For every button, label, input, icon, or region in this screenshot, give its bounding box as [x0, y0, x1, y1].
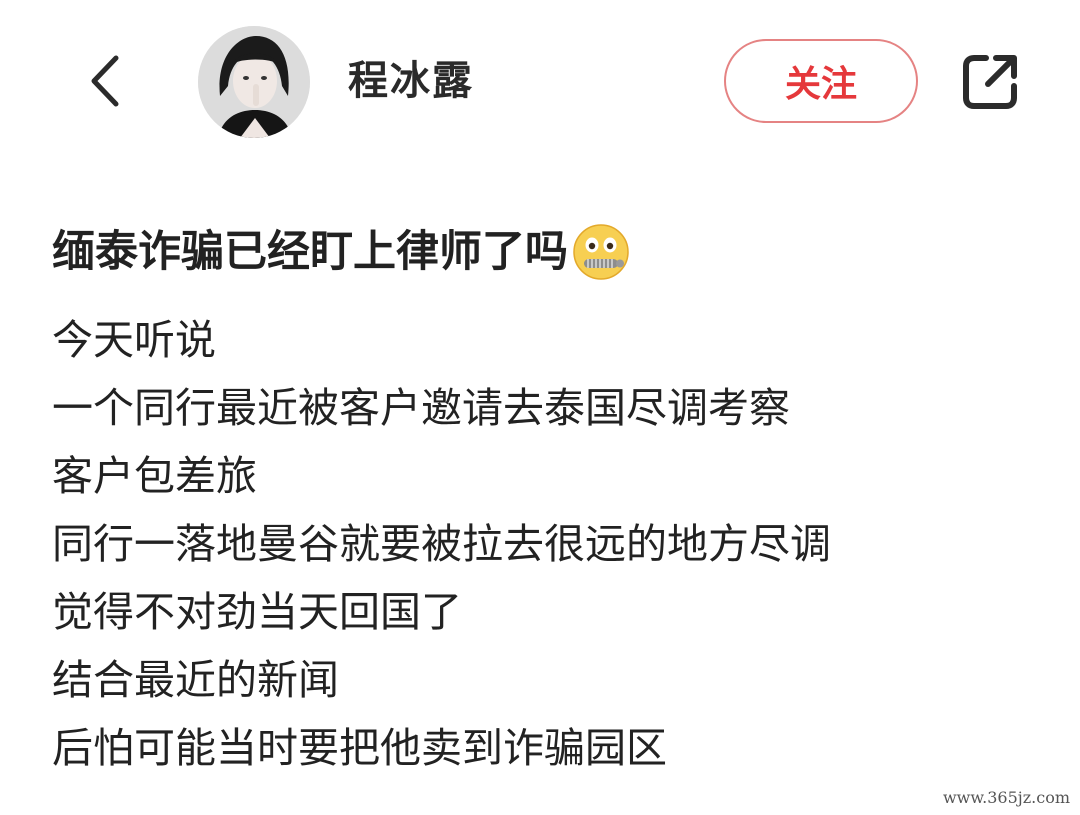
post-line: 同行一落地曼谷就要被拉去很远的地方尽调 [52, 520, 831, 568]
post-line: 结合最近的新闻 [52, 656, 339, 704]
follow-button[interactable]: 关注 [724, 39, 918, 123]
username[interactable]: 程冰露 [348, 56, 474, 106]
post-line: 后怕可能当时要把他卖到诈骗园区 [52, 724, 667, 772]
post-line: 客户包差旅 [52, 452, 257, 500]
post-line: 一个同行最近被客户邀请去泰国尽调考察 [52, 384, 790, 432]
back-button[interactable] [82, 50, 132, 112]
post-title-text: 缅泰诈骗已经盯上律师了吗 [52, 227, 568, 277]
chevron-left-icon [91, 55, 119, 107]
share-external-icon [963, 55, 1017, 109]
watermark: www.365jz.com [942, 788, 1070, 807]
post-header: 程冰露 关注 [0, 0, 1080, 165]
post-body: 今天听说 一个同行最近被客户邀请去泰国尽调考察 客户包差旅 同行一落地曼谷就要被… [52, 306, 1052, 782]
post-line: 觉得不对劲当天回国了 [52, 588, 462, 636]
follow-button-label: 关注 [784, 64, 857, 105]
zipper-mouth-face-emoji-icon [572, 223, 630, 281]
post-line: 今天听说 [52, 316, 216, 364]
avatar-image [198, 26, 310, 138]
share-button[interactable] [956, 48, 1024, 116]
post-title: 缅泰诈骗已经盯上律师了吗 [52, 222, 630, 282]
avatar[interactable] [198, 26, 310, 138]
